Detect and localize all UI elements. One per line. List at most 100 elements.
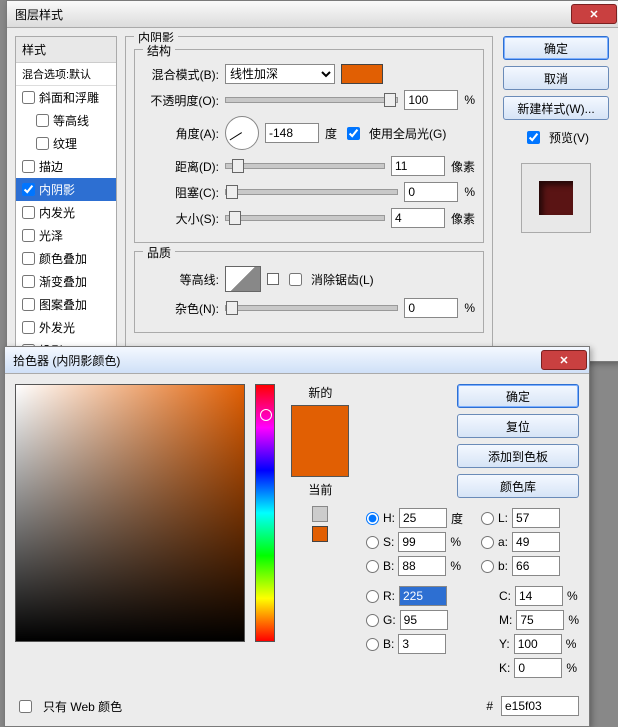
- style-row-9[interactable]: 图案叠加: [16, 293, 116, 316]
- color-picker-dialog: 拾色器 (内阴影颜色) ✕ 新的 当前 确定 复位 添加到色板 颜色库 H:度 …: [4, 346, 590, 727]
- style-row-6[interactable]: 光泽: [16, 224, 116, 247]
- structure-title: 结构: [143, 42, 175, 59]
- chevron-down-icon[interactable]: [267, 273, 279, 285]
- antialias-checkbox[interactable]: [289, 273, 302, 286]
- h-input[interactable]: [399, 508, 447, 528]
- style-checkbox[interactable]: [22, 183, 35, 196]
- color-swatch[interactable]: [341, 64, 383, 84]
- hue-slider[interactable]: [255, 384, 275, 642]
- bv-input[interactable]: [398, 556, 446, 576]
- color-libraries-button[interactable]: 颜色库: [457, 474, 579, 498]
- style-checkbox[interactable]: [22, 91, 35, 104]
- close-icon[interactable]: ✕: [541, 350, 587, 370]
- styles-header: 样式: [16, 37, 116, 63]
- style-checkbox[interactable]: [22, 206, 35, 219]
- websafe-swatch[interactable]: [312, 526, 328, 542]
- hex-input[interactable]: [501, 696, 579, 716]
- size-slider[interactable]: [225, 215, 385, 221]
- l-input[interactable]: [512, 508, 560, 528]
- bc-radio[interactable]: [366, 638, 379, 651]
- layer-style-dialog: 图层样式 ✕ 样式 混合选项:默认 斜面和浮雕等高线纹理描边内阴影内发光光泽颜色…: [6, 0, 618, 362]
- new-label: 新的: [308, 384, 332, 401]
- style-row-8[interactable]: 渐变叠加: [16, 270, 116, 293]
- style-checkbox[interactable]: [36, 114, 49, 127]
- k-input[interactable]: [514, 658, 562, 678]
- r-input[interactable]: [399, 586, 447, 606]
- picker-titlebar[interactable]: 拾色器 (内阴影颜色) ✕: [5, 347, 589, 374]
- choke-label: 阻塞(C):: [143, 184, 219, 201]
- style-row-2[interactable]: 纹理: [16, 132, 116, 155]
- a-radio[interactable]: [481, 536, 494, 549]
- angle-input[interactable]: [265, 123, 319, 143]
- add-swatch-button[interactable]: 添加到色板: [457, 444, 579, 468]
- style-checkbox[interactable]: [22, 252, 35, 265]
- l-radio[interactable]: [481, 512, 494, 525]
- choke-input[interactable]: [404, 182, 458, 202]
- blab-input[interactable]: [512, 556, 560, 576]
- h-radio[interactable]: [366, 512, 379, 525]
- web-only-checkbox[interactable]: [19, 700, 32, 713]
- quality-title: 品质: [143, 244, 175, 261]
- bv-radio[interactable]: [366, 560, 379, 573]
- style-row-7[interactable]: 颜色叠加: [16, 247, 116, 270]
- preview-label: 预览(V): [549, 129, 589, 146]
- distance-input[interactable]: [391, 156, 445, 176]
- style-checkbox[interactable]: [22, 160, 35, 173]
- m-input[interactable]: [516, 610, 564, 630]
- blend-mode-label: 混合模式(B):: [143, 66, 219, 83]
- preview-checkbox[interactable]: [527, 131, 540, 144]
- contour-picker[interactable]: [225, 266, 261, 292]
- a-input[interactable]: [512, 532, 560, 552]
- g-input[interactable]: [400, 610, 448, 630]
- current-label: 当前: [308, 481, 332, 498]
- picker-reset-button[interactable]: 复位: [457, 414, 579, 438]
- blend-mode-select[interactable]: 线性加深: [225, 64, 335, 84]
- styles-list: 样式 混合选项:默认 斜面和浮雕等高线纹理描边内阴影内发光光泽颜色叠加渐变叠加图…: [15, 36, 117, 363]
- style-label: 颜色叠加: [39, 250, 87, 267]
- style-checkbox[interactable]: [22, 229, 35, 242]
- cancel-button[interactable]: 取消: [503, 66, 609, 90]
- new-current-swatch[interactable]: [291, 405, 349, 477]
- blend-defaults[interactable]: 混合选项:默认: [16, 63, 116, 86]
- style-row-0[interactable]: 斜面和浮雕: [16, 86, 116, 109]
- style-row-5[interactable]: 内发光: [16, 201, 116, 224]
- style-row-1[interactable]: 等高线: [16, 109, 116, 132]
- r-radio[interactable]: [366, 590, 379, 603]
- style-row-4[interactable]: 内阴影: [16, 178, 116, 201]
- blab-radio[interactable]: [481, 560, 494, 573]
- opacity-slider[interactable]: [225, 97, 398, 103]
- s-input[interactable]: [398, 532, 446, 552]
- style-checkbox[interactable]: [22, 321, 35, 334]
- style-row-10[interactable]: 外发光: [16, 316, 116, 339]
- style-label: 光泽: [39, 227, 63, 244]
- layer-style-titlebar[interactable]: 图层样式 ✕: [7, 1, 618, 28]
- g-radio[interactable]: [366, 614, 379, 627]
- cube-icon: [312, 506, 328, 522]
- opacity-input[interactable]: [404, 90, 458, 110]
- structure-group: 结构 混合模式(B): 线性加深 不透明度(O): % 角度(A): 度: [134, 49, 484, 243]
- style-row-3[interactable]: 描边: [16, 155, 116, 178]
- color-field[interactable]: [15, 384, 245, 642]
- bc-input[interactable]: [398, 634, 446, 654]
- c-input[interactable]: [515, 586, 563, 606]
- style-checkbox[interactable]: [22, 275, 35, 288]
- size-label: 大小(S):: [143, 210, 219, 227]
- style-checkbox[interactable]: [22, 298, 35, 311]
- noise-slider[interactable]: [225, 305, 398, 311]
- style-checkbox[interactable]: [36, 137, 49, 150]
- new-style-button[interactable]: 新建样式(W)...: [503, 96, 609, 120]
- noise-input[interactable]: [404, 298, 458, 318]
- close-icon[interactable]: ✕: [571, 4, 617, 24]
- angle-dial[interactable]: [225, 116, 259, 150]
- global-light-checkbox[interactable]: [347, 127, 360, 140]
- ok-button[interactable]: 确定: [503, 36, 609, 60]
- choke-slider[interactable]: [225, 189, 398, 195]
- size-input[interactable]: [391, 208, 445, 228]
- s-radio[interactable]: [366, 536, 379, 549]
- style-label: 纹理: [53, 135, 77, 152]
- picker-ok-button[interactable]: 确定: [457, 384, 579, 408]
- distance-label: 距离(D):: [143, 158, 219, 175]
- distance-slider[interactable]: [225, 163, 385, 169]
- y-input[interactable]: [514, 634, 562, 654]
- hex-label: #: [486, 699, 493, 713]
